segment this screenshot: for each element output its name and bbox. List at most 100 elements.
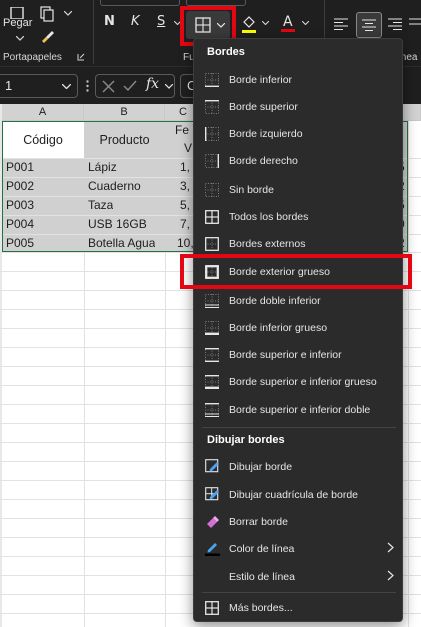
menu-item-border-right[interactable]: Borde derecho bbox=[195, 147, 402, 174]
align-center-icon bbox=[362, 19, 376, 31]
menu-item-border-top[interactable]: Borde superior bbox=[195, 93, 402, 120]
menu-item-erase-border[interactable]: Borrar borde bbox=[195, 508, 402, 535]
menu-item-top-thick-bottom-border[interactable]: Borde superior e inferior grueso bbox=[195, 368, 402, 395]
format-painter-button[interactable] bbox=[36, 26, 58, 46]
cell-code[interactable]: P001 bbox=[2, 158, 34, 177]
draw-border-icon bbox=[195, 453, 229, 480]
copy-dropdown-chevron-icon[interactable] bbox=[62, 8, 74, 18]
menu-item-label: Color de línea bbox=[229, 542, 295, 555]
borders-button[interactable] bbox=[186, 11, 230, 39]
font-color-icon: A bbox=[281, 14, 295, 32]
all-borders-icon bbox=[195, 203, 229, 230]
border-bottom-icon bbox=[195, 66, 229, 93]
line-style-icon bbox=[195, 563, 229, 590]
cell-code[interactable]: P003 bbox=[2, 196, 34, 215]
cell-code[interactable]: P004 bbox=[2, 215, 34, 234]
cell-product[interactable]: USB 16GB bbox=[84, 215, 147, 234]
eraser-icon bbox=[195, 508, 229, 535]
chevron-down-icon[interactable] bbox=[14, 33, 26, 43]
paintbrush-icon bbox=[42, 31, 54, 43]
dialog-launcher-icon[interactable] bbox=[76, 52, 86, 62]
header-date-line2[interactable]: V bbox=[184, 139, 192, 158]
fill-color-button[interactable] bbox=[240, 13, 258, 35]
align-left-button[interactable] bbox=[332, 14, 350, 34]
column-header-a[interactable]: A bbox=[2, 104, 84, 121]
chevron-right-icon bbox=[387, 570, 394, 584]
menu-item-top-double-bottom-border[interactable]: Borde superior e inferior doble bbox=[195, 396, 402, 423]
menu-item-draw-border[interactable]: Dibujar borde bbox=[195, 453, 402, 480]
align-right-button[interactable] bbox=[386, 14, 404, 34]
cell-date[interactable]: 3, bbox=[180, 177, 190, 196]
cell-date[interactable]: 5, bbox=[180, 196, 190, 215]
border-left-icon bbox=[195, 120, 229, 147]
menu-item-border-bottom[interactable]: Borde inferior bbox=[195, 66, 402, 93]
cell-product[interactable]: Lápiz bbox=[84, 158, 117, 177]
outside-borders-icon bbox=[195, 230, 229, 257]
menu-item-line-color[interactable]: Color de línea bbox=[195, 535, 402, 562]
font-color-button[interactable]: A bbox=[279, 11, 297, 35]
menu-item-label: Borde izquierdo bbox=[229, 127, 303, 140]
italic-button[interactable]: K bbox=[131, 14, 140, 29]
more-options-icon[interactable] bbox=[84, 79, 90, 93]
menu-item-double-bottom-border[interactable]: Borde doble inferior bbox=[195, 287, 402, 314]
all-borders-icon bbox=[194, 16, 212, 34]
menu-item-label: Borde superior e inferior bbox=[229, 348, 342, 361]
underline-button[interactable]: S bbox=[157, 14, 165, 29]
menu-item-label: Borde doble inferior bbox=[229, 294, 321, 307]
enter-check-icon[interactable] bbox=[122, 78, 138, 94]
menu-item-outside-borders[interactable]: Bordes externos bbox=[195, 230, 402, 257]
insert-function-button[interactable]: fx bbox=[146, 76, 159, 92]
menu-item-label: Borrar borde bbox=[229, 515, 288, 528]
ribbon-separator bbox=[93, 0, 94, 64]
font-name-box[interactable] bbox=[100, 0, 180, 6]
header-product[interactable]: Producto bbox=[84, 121, 165, 158]
paste-label: Pegar bbox=[3, 17, 33, 29]
thick-bottom-border-icon bbox=[195, 314, 229, 341]
group-label-clipboard: Portapapeles bbox=[3, 52, 62, 63]
menu-item-draw-border-grid[interactable]: Dibujar cuadrícula de borde bbox=[195, 481, 402, 508]
cell-code[interactable]: P005 bbox=[2, 234, 34, 253]
menu-item-all-borders[interactable]: Todos los bordes bbox=[195, 203, 402, 230]
menu-item-label: Borde inferior bbox=[229, 73, 293, 86]
cell-code[interactable]: P002 bbox=[2, 177, 34, 196]
menu-item-thick-bottom-border[interactable]: Borde inferior grueso bbox=[195, 314, 402, 341]
cell-date[interactable]: 7, bbox=[180, 215, 190, 234]
wrap-text-icon bbox=[408, 18, 421, 25]
font-size-box[interactable] bbox=[186, 0, 246, 6]
cancel-icon[interactable] bbox=[100, 78, 116, 94]
header-date-line1[interactable]: Fe bbox=[175, 121, 189, 140]
fill-color-chevron-icon[interactable] bbox=[260, 19, 270, 27]
menu-item-thick-outside-border[interactable]: Borde exterior grueso bbox=[195, 258, 402, 285]
menu-item-label: Dibujar borde bbox=[229, 460, 293, 473]
paint-bucket-icon bbox=[242, 16, 256, 33]
wrap-text-button[interactable] bbox=[408, 14, 421, 34]
cell-date[interactable]: 10, bbox=[177, 234, 194, 253]
cell-product[interactable]: Taza bbox=[84, 196, 113, 215]
bold-button[interactable]: N bbox=[104, 14, 115, 29]
borders-dropdown-menu: Bordes Borde inferior Borde superior Bor… bbox=[193, 38, 403, 622]
fx-chevron-icon[interactable] bbox=[164, 82, 174, 90]
cell-product[interactable]: Cuaderno bbox=[84, 177, 141, 196]
cell-date[interactable]: 1, bbox=[180, 158, 190, 177]
menu-item-no-border[interactable]: Sin borde bbox=[195, 176, 402, 203]
header-code[interactable]: Código bbox=[2, 121, 84, 158]
font-color-chevron-icon[interactable] bbox=[300, 19, 310, 27]
menu-item-label: Borde superior e inferior grueso bbox=[229, 375, 377, 388]
name-box-value: 1 bbox=[5, 78, 13, 93]
menu-item-border-left[interactable]: Borde izquierdo bbox=[195, 120, 402, 147]
column-header-b[interactable]: B bbox=[84, 104, 165, 121]
name-box-chevron-icon[interactable] bbox=[60, 82, 72, 91]
underline-chevron-icon[interactable] bbox=[172, 19, 182, 27]
menu-item-top-bottom-border[interactable]: Borde superior e inferior bbox=[195, 341, 402, 368]
copy-button[interactable] bbox=[36, 4, 58, 24]
menu-item-label: Borde derecho bbox=[229, 154, 298, 167]
cell-product[interactable]: Botella Agua bbox=[84, 234, 155, 253]
menu-item-more-borders[interactable]: Más bordes... bbox=[195, 594, 402, 621]
copy-icon bbox=[40, 6, 54, 22]
align-center-button[interactable] bbox=[356, 12, 382, 38]
menu-item-line-style[interactable]: Estilo de línea bbox=[195, 563, 402, 590]
align-left-icon bbox=[334, 18, 348, 30]
top-thick-bottom-border-icon bbox=[195, 368, 229, 395]
menu-separator bbox=[202, 592, 396, 593]
more-borders-icon bbox=[195, 594, 229, 621]
